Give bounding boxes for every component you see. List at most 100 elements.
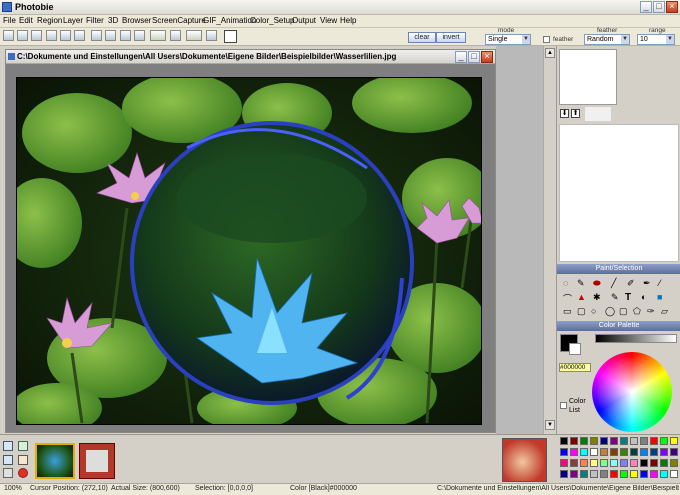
rounded-icon[interactable]: ▢ [619, 306, 628, 317]
palette-swatch[interactable] [570, 459, 578, 467]
menu-screencapture[interactable]: ScreenCapture [152, 16, 206, 25]
palette-swatch[interactable] [610, 470, 618, 478]
palette-swatch[interactable] [630, 437, 638, 445]
tile-view-icon[interactable] [18, 455, 28, 465]
eyedropper-icon[interactable]: ⁄ [659, 278, 661, 288]
palette-swatch[interactable] [650, 448, 658, 456]
color-list-checkbox[interactable] [560, 402, 567, 409]
doc-close-button[interactable]: × [481, 51, 493, 63]
range-select[interactable]: 10 ▼ [637, 34, 675, 45]
layers-dropdown-icon[interactable] [186, 30, 202, 41]
menu-layer[interactable]: Layer [63, 16, 83, 25]
menu-browser[interactable]: Browser [122, 16, 151, 25]
zoom-icon[interactable] [170, 30, 181, 41]
palette-swatch[interactable] [670, 470, 678, 478]
move-up-icon[interactable]: ⬆ [571, 109, 580, 118]
palette-swatch[interactable] [630, 459, 638, 467]
palette-swatch[interactable] [620, 437, 628, 445]
menu-region[interactable]: Region [37, 16, 62, 25]
palette-swatch[interactable] [650, 459, 658, 467]
navigator-preview[interactable] [502, 438, 547, 482]
background-color[interactable] [569, 343, 581, 355]
palette-swatch[interactable] [650, 437, 658, 445]
new-file-icon[interactable] [3, 30, 14, 41]
text-icon[interactable]: T [625, 292, 631, 303]
rect-select-icon[interactable]: ▭ [563, 306, 572, 317]
lasso-icon[interactable]: ◌ [563, 278, 568, 288]
feather-select[interactable]: Random ▼ [584, 34, 630, 45]
palette-swatch[interactable] [640, 448, 648, 456]
palette-swatch[interactable] [560, 437, 568, 445]
palette-swatch[interactable] [580, 437, 588, 445]
clear-button[interactable]: clear [408, 32, 436, 43]
canvas-area[interactable] [6, 64, 495, 432]
palette-swatch[interactable] [670, 437, 678, 445]
brightness-slider[interactable] [595, 334, 677, 343]
thumbnail-water-lily[interactable] [35, 443, 75, 479]
palette-swatch[interactable] [660, 437, 668, 445]
browse-icon[interactable] [3, 468, 13, 478]
pencil-icon[interactable]: ✎ [611, 292, 619, 303]
thumbnail-frame[interactable] [79, 443, 115, 479]
palette-swatch[interactable] [570, 448, 578, 456]
menu-edit[interactable]: Edit [19, 16, 33, 25]
maximize-button[interactable]: □ [653, 1, 665, 13]
redo-icon[interactable] [60, 30, 71, 41]
ellipse-select-icon[interactable]: ○ [591, 306, 596, 316]
palette-swatch[interactable] [600, 437, 608, 445]
palette-swatch[interactable] [660, 459, 668, 467]
hex-value[interactable]: #000000 [559, 363, 591, 372]
capture-icon[interactable] [134, 30, 145, 41]
pen-path-icon[interactable]: ✑ [647, 306, 655, 317]
menu-filter[interactable]: Filter [86, 16, 104, 25]
palette-swatch[interactable] [630, 448, 638, 456]
palette-swatch[interactable] [600, 448, 608, 456]
panel-scrollbar[interactable]: ▲ ▼ [543, 46, 556, 434]
circle-icon[interactable]: ◯ [605, 306, 615, 317]
move-down-icon[interactable]: ⬇ [560, 109, 569, 118]
invert-button[interactable]: invert [436, 32, 466, 43]
palette-swatch[interactable] [560, 459, 568, 467]
palette-swatch[interactable] [600, 459, 608, 467]
menu-color-setup[interactable]: Color_Setup [250, 16, 294, 25]
palette-swatch[interactable] [570, 437, 578, 445]
print-icon[interactable] [120, 30, 131, 41]
minimize-button[interactable]: _ [640, 1, 652, 13]
magic-wand-icon[interactable]: ✎ [577, 278, 585, 289]
menu-3d[interactable]: 3D [108, 16, 118, 25]
palette-swatch[interactable] [620, 459, 628, 467]
doc-minimize-button[interactable]: _ [455, 51, 467, 63]
resize-icon[interactable] [91, 30, 102, 41]
airbrush-icon[interactable]: ✒ [643, 278, 651, 289]
palette-swatch[interactable] [620, 470, 628, 478]
palette-swatch[interactable] [600, 470, 608, 478]
palette-swatch[interactable] [610, 448, 618, 456]
close-thumb-icon[interactable] [18, 468, 28, 478]
palette-swatch[interactable] [620, 448, 628, 456]
fit-view-icon[interactable] [18, 441, 28, 451]
ellipse-fill-icon[interactable]: ⬬ [593, 278, 601, 289]
doc-maximize-button[interactable]: □ [468, 51, 480, 63]
layer-preview[interactable] [559, 49, 617, 105]
grid-view-icon[interactable] [3, 441, 13, 451]
palette-swatch[interactable] [650, 470, 658, 478]
image-dropdown-icon[interactable] [150, 30, 166, 41]
palette-swatch[interactable] [660, 470, 668, 478]
palette-swatch[interactable] [670, 459, 678, 467]
scroll-up-icon[interactable]: ▲ [545, 48, 555, 58]
palette-swatch[interactable] [670, 448, 678, 456]
layer-toggles[interactable] [585, 107, 611, 121]
menu-file[interactable]: File [3, 16, 16, 25]
image-canvas[interactable] [16, 77, 482, 425]
save-icon[interactable] [31, 30, 42, 41]
palette-swatch[interactable] [610, 459, 618, 467]
stamp-icon[interactable]: ■ [657, 292, 662, 302]
menu-gif-animation[interactable]: GIF_Animation [203, 16, 256, 25]
crop-icon[interactable] [74, 30, 85, 41]
palette-swatch[interactable] [630, 470, 638, 478]
palette-swatch[interactable] [560, 448, 568, 456]
scroll-down-icon[interactable]: ▼ [545, 420, 555, 430]
brush-icon[interactable]: ╱ [611, 278, 616, 289]
layers-list[interactable] [559, 124, 679, 262]
feather-checkbox[interactable] [543, 36, 550, 43]
